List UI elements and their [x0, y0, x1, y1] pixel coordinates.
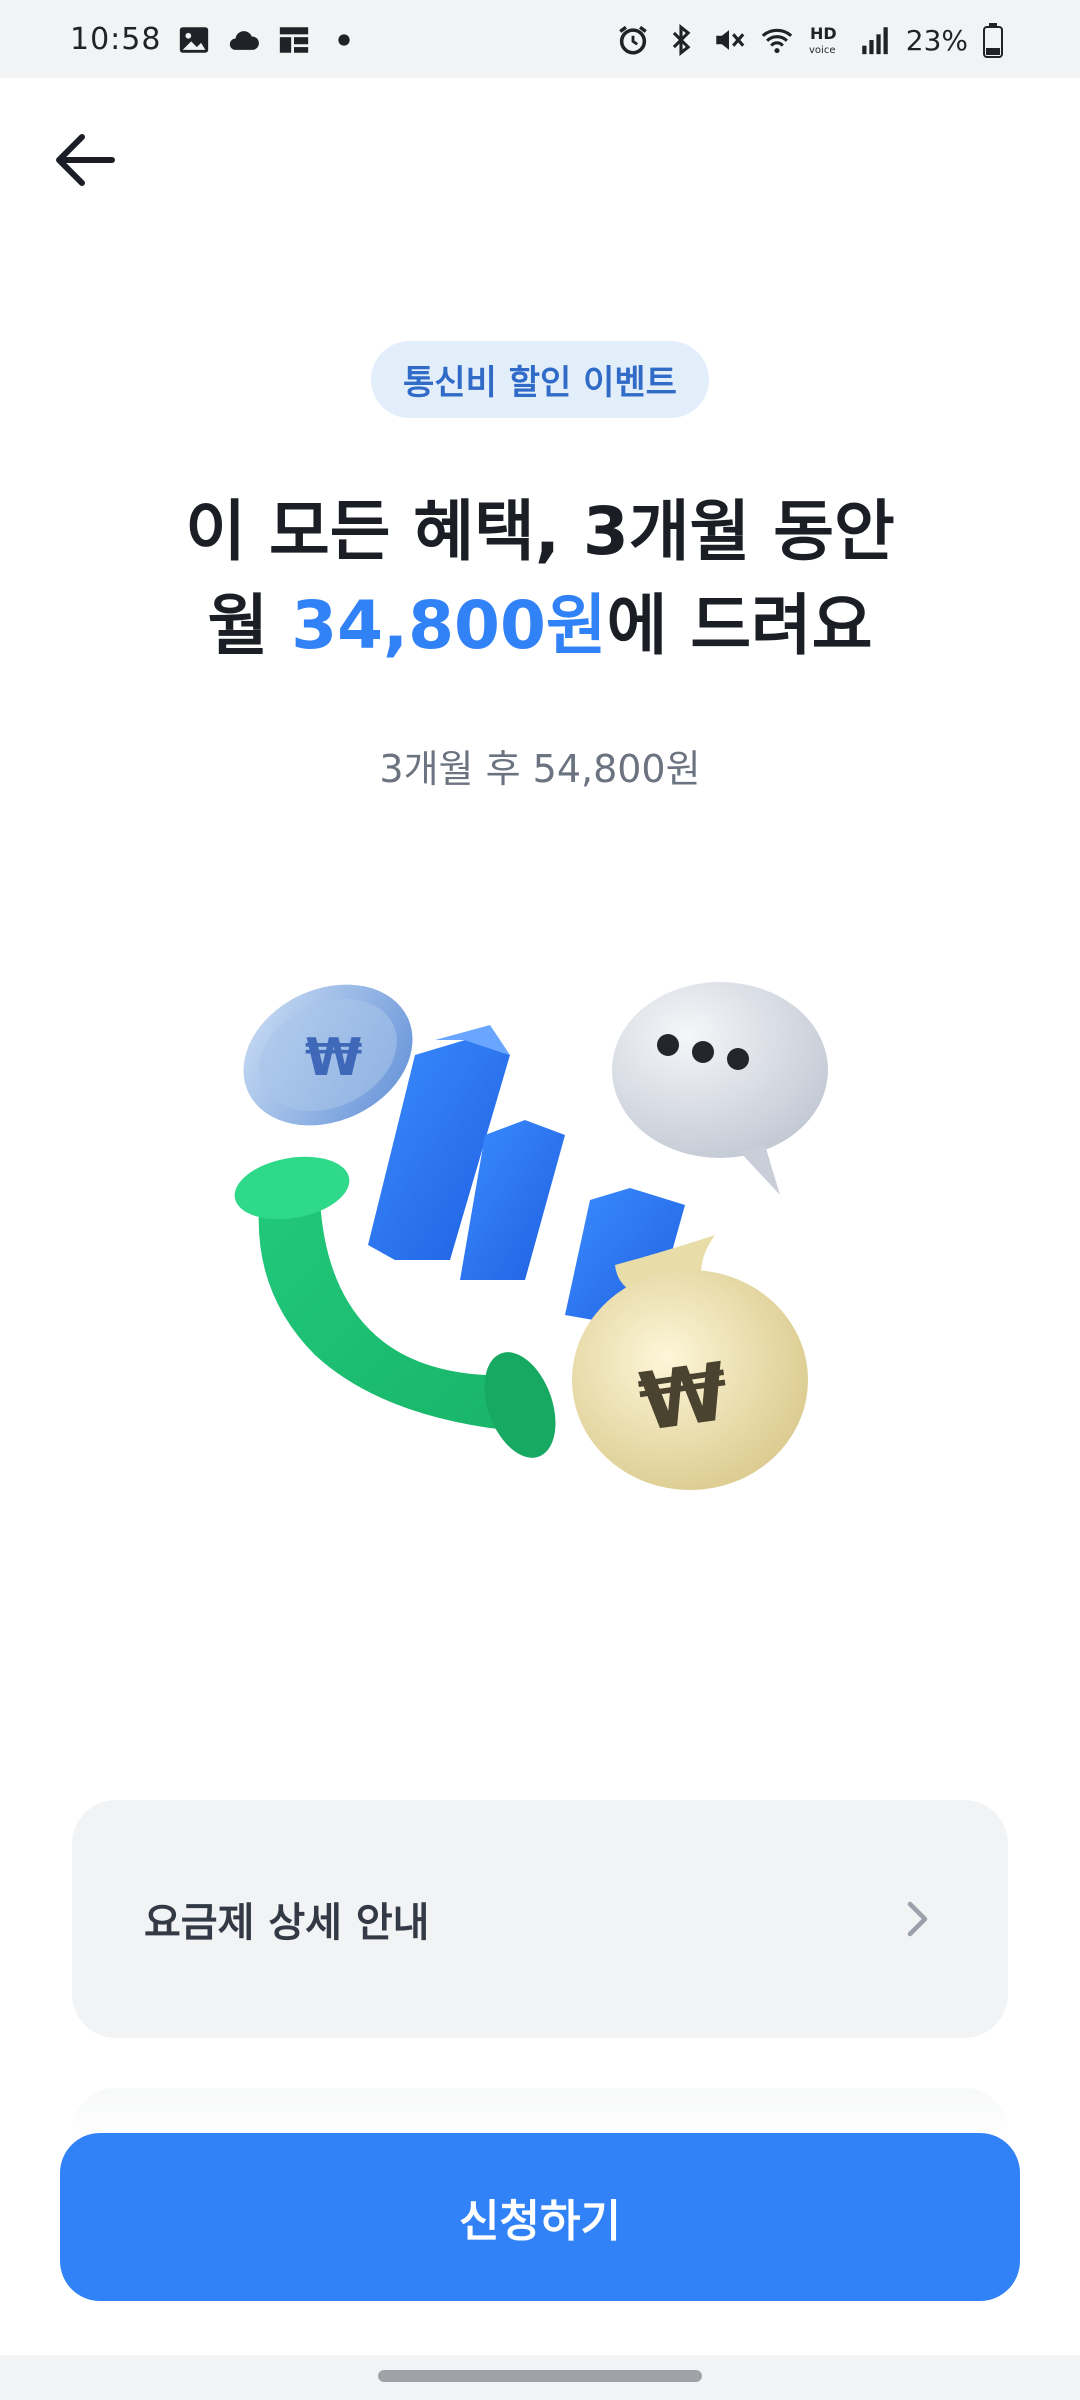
- image-icon: [180, 26, 209, 53]
- screen: 10:58 HD voice 23% 통신비 할인 이벤트 이 모든 혜택, 3…: [0, 0, 1080, 2400]
- plan-detail-card[interactable]: 요금제 상세 안내: [72, 1800, 1008, 2038]
- home-indicator[interactable]: [378, 2370, 702, 2382]
- page-title: 이 모든 혜택, 3개월 동안 월 34,800원에 드려요: [0, 485, 1080, 673]
- status-right: HD voice 23%: [616, 22, 1004, 58]
- arrow-left-icon: [56, 134, 115, 186]
- grid-app-icon: [280, 26, 309, 53]
- dot-icon: [338, 33, 351, 46]
- battery-icon: [983, 23, 1003, 58]
- hd-voice-icon: HD voice: [809, 24, 837, 56]
- chat-bubble-icon: [612, 982, 828, 1195]
- voice-label: voice: [809, 45, 835, 56]
- headline-price: 34,800원: [291, 587, 607, 664]
- status-left: 10:58: [70, 22, 361, 57]
- bluetooth-icon: [672, 24, 691, 56]
- chevron-right-icon: [907, 1901, 928, 1937]
- svg-text:₩: ₩: [305, 1028, 362, 1088]
- apply-button[interactable]: 신청하기: [60, 2133, 1020, 2301]
- event-badge: 통신비 할인 이벤트: [371, 341, 709, 418]
- alarm-icon: [618, 25, 647, 55]
- headline-suffix: 에 드려요: [606, 587, 873, 664]
- back-button[interactable]: [50, 125, 120, 195]
- cloud-icon: [230, 30, 260, 50]
- benefit-illustration: ₩ ₩: [234, 982, 828, 1490]
- headline-line-1: 이 모든 혜택, 3개월 동안: [185, 493, 895, 570]
- status-bar: 10:58 HD voice 23%: [0, 0, 1080, 78]
- hd-label: HD: [810, 24, 837, 43]
- plan-detail-label: 요금제 상세 안내: [144, 1900, 430, 1946]
- headline-line-2: 월 34,800원에 드려요: [0, 579, 1080, 673]
- signal-icon: [862, 27, 888, 55]
- status-time: 10:58: [70, 22, 162, 57]
- wifi-icon: [761, 28, 792, 54]
- headline-prefix: 월: [207, 587, 292, 664]
- price-after-subtext: 3개월 후 54,800원: [379, 747, 701, 791]
- battery-percent: 23%: [905, 23, 968, 57]
- svg-text:₩: ₩: [634, 1345, 734, 1449]
- mute-icon: [716, 30, 745, 50]
